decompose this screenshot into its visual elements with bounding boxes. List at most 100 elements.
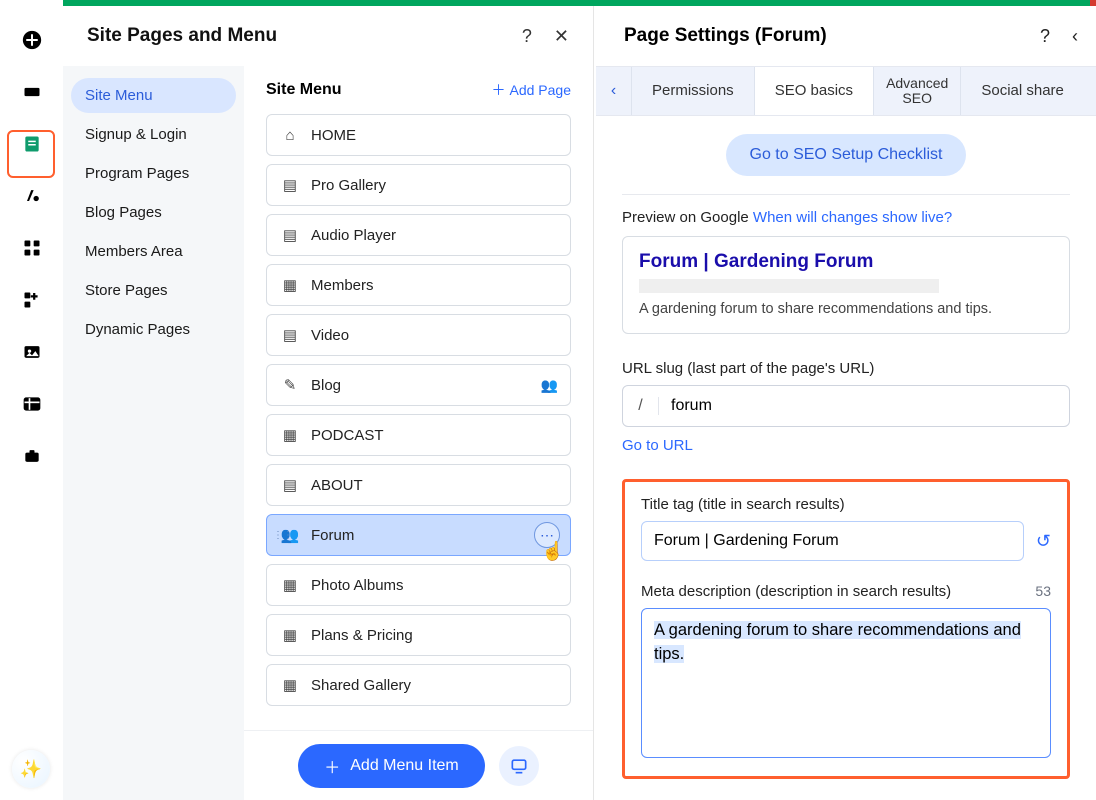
add-page-label: Add Page bbox=[510, 82, 572, 98]
site-pages-panel: Site Pages and Menu ? ✕ Site Menu Signup… bbox=[63, 6, 594, 800]
preview-label: Preview on Google When will changes show… bbox=[622, 209, 1070, 226]
chevron-left-icon: ‹ bbox=[611, 82, 616, 100]
page-item-pro-gallery[interactable]: ▤ Pro Gallery bbox=[266, 164, 571, 206]
design-icon[interactable] bbox=[20, 184, 44, 208]
panel2-title: Page Settings (Forum) bbox=[624, 25, 827, 47]
ellipsis-icon: ⋯ bbox=[540, 527, 554, 544]
section-icon[interactable] bbox=[20, 80, 44, 104]
doc-icon: ▤ bbox=[281, 476, 299, 494]
panel1-title: Site Pages and Menu bbox=[87, 25, 277, 47]
title-tag-input[interactable] bbox=[641, 521, 1024, 561]
add-menu-item-button[interactable]: ＋ Add Menu Item bbox=[298, 744, 485, 788]
reset-icon[interactable]: ↺ bbox=[1036, 531, 1051, 552]
doc-icon: ▤ bbox=[281, 176, 299, 194]
meta-char-count: 53 bbox=[1035, 583, 1051, 599]
help-icon[interactable]: ? bbox=[1040, 26, 1050, 47]
nav-program-pages[interactable]: Program Pages bbox=[71, 156, 236, 191]
panel1-header: Site Pages and Menu ? ✕ bbox=[63, 6, 593, 66]
google-preview-card: Forum | Gardening Forum A gardening foru… bbox=[622, 236, 1070, 334]
preview-label-text: Preview on Google bbox=[622, 209, 753, 226]
apps-icon[interactable] bbox=[20, 236, 44, 260]
page-item-label: Blog bbox=[311, 377, 341, 394]
divider bbox=[622, 194, 1070, 195]
nav-store-pages[interactable]: Store Pages bbox=[71, 273, 236, 308]
page-list-column: Site Menu ＋ Add Page ⌂HOME ▤ Pro Gallery … bbox=[244, 66, 593, 800]
business-icon[interactable] bbox=[20, 444, 44, 468]
doc-icon: ▤ bbox=[281, 326, 299, 344]
page-item-audio-player[interactable]: ▤ Audio Player bbox=[266, 214, 571, 256]
page-item-label: Video bbox=[311, 327, 349, 344]
nav-members-area[interactable]: Members Area bbox=[71, 234, 236, 269]
tabs-scroll-left[interactable]: ‹ bbox=[596, 67, 632, 115]
close-icon[interactable]: ✕ bbox=[554, 26, 569, 47]
page-item-home[interactable]: ⌂HOME bbox=[266, 114, 571, 156]
meta-text-selection: A gardening forum to share recommendatio… bbox=[654, 621, 1021, 663]
page-item-members[interactable]: ▦ Members bbox=[266, 264, 571, 306]
left-icon-rail bbox=[0, 0, 63, 800]
url-slug-label: URL slug (last part of the page's URL) bbox=[622, 360, 1070, 377]
tabs-row: ‹ Permissions SEO basics AdvancedSEO Soc… bbox=[596, 66, 1096, 116]
nav-blog-pages[interactable]: Blog Pages bbox=[71, 195, 236, 230]
grid-icon: ▦ bbox=[281, 626, 299, 644]
page-item-label: HOME bbox=[311, 127, 356, 144]
page-item-label: Pro Gallery bbox=[311, 177, 386, 194]
doc-icon: ▤ bbox=[281, 226, 299, 244]
go-to-url-link[interactable]: Go to URL bbox=[622, 437, 693, 454]
table-icon[interactable] bbox=[20, 392, 44, 416]
media-icon[interactable] bbox=[20, 340, 44, 364]
grid-icon: ▦ bbox=[281, 276, 299, 294]
drag-handle-icon[interactable]: ⋮⋮ bbox=[273, 530, 293, 541]
page-items: ⌂HOME ▤ Pro Gallery ▤ Audio Player ▦ Member… bbox=[266, 114, 571, 800]
secondary-menu-button[interactable] bbox=[499, 746, 539, 786]
tab-social-share[interactable]: Social share bbox=[961, 67, 1084, 115]
help-icon[interactable]: ? bbox=[522, 26, 532, 47]
page-item-photo-albums[interactable]: ▦Photo Albums bbox=[266, 564, 571, 606]
page-item-blog[interactable]: ✎ Blog 👥 bbox=[266, 364, 571, 406]
tab-permissions[interactable]: Permissions bbox=[632, 67, 755, 115]
rail-highlight bbox=[7, 130, 55, 178]
page-item-label: PODCAST bbox=[311, 427, 384, 444]
back-icon[interactable]: ‹ bbox=[1072, 26, 1078, 47]
nav-dynamic-pages[interactable]: Dynamic Pages bbox=[71, 312, 236, 347]
grid-icon: ▦ bbox=[281, 676, 299, 694]
sparkle-icon: ✨ bbox=[20, 759, 42, 780]
google-title: Forum | Gardening Forum bbox=[639, 251, 1053, 273]
ai-assistant-icon[interactable]: ✨ bbox=[12, 750, 50, 788]
google-description: A gardening forum to share recommendatio… bbox=[639, 301, 1053, 317]
page-item-plans-pricing[interactable]: ▦Plans & Pricing bbox=[266, 614, 571, 656]
page-item-label: ABOUT bbox=[311, 477, 363, 494]
tab-seo-basics[interactable]: SEO basics bbox=[755, 67, 874, 115]
add-page-button[interactable]: ＋ Add Page bbox=[492, 80, 572, 100]
plus-icon: ＋ bbox=[324, 754, 340, 778]
panel2-header: Page Settings (Forum) ? ‹ bbox=[596, 6, 1096, 66]
highlighted-seo-box: Title tag (title in search results) ↺ Me… bbox=[622, 479, 1070, 779]
page-item-label: Forum bbox=[311, 527, 354, 544]
add-icon[interactable] bbox=[20, 28, 44, 52]
more-options-button[interactable]: ⋯ bbox=[534, 522, 560, 548]
grid-icon: ▦ bbox=[281, 426, 299, 444]
pen-icon: ✎ bbox=[281, 376, 299, 394]
nav-signup-login[interactable]: Signup & Login bbox=[71, 117, 236, 152]
preview-changes-link[interactable]: When will changes show live? bbox=[753, 209, 952, 226]
page-item-label: Photo Albums bbox=[311, 577, 404, 594]
page-item-label: Members bbox=[311, 277, 374, 294]
meta-description-input[interactable]: A gardening forum to share recommendatio… bbox=[641, 608, 1051, 758]
page-item-label: Shared Gallery bbox=[311, 677, 411, 694]
url-slug-field: / bbox=[622, 385, 1070, 427]
people-icon: 👥 bbox=[541, 377, 558, 394]
page-item-podcast[interactable]: ▦ PODCAST bbox=[266, 414, 571, 456]
addons-icon[interactable] bbox=[20, 288, 44, 312]
page-item-label: Audio Player bbox=[311, 227, 396, 244]
page-list-title: Site Menu bbox=[266, 81, 342, 99]
sidebar-nav: Site Menu Signup & Login Program Pages B… bbox=[63, 66, 244, 800]
seo-checklist-button[interactable]: Go to SEO Setup Checklist bbox=[726, 134, 967, 176]
plus-icon: ＋ bbox=[492, 80, 506, 100]
google-url-skeleton bbox=[639, 279, 939, 293]
page-item-about[interactable]: ▤ ABOUT bbox=[266, 464, 571, 506]
slug-input[interactable] bbox=[659, 397, 1069, 415]
tab-advanced-seo[interactable]: AdvancedSEO bbox=[874, 67, 961, 115]
page-item-forum[interactable]: ⋮⋮ 👥 Forum ⋯ ☝ bbox=[266, 514, 571, 556]
page-item-shared-gallery[interactable]: ▦ Shared Gallery bbox=[266, 664, 571, 706]
page-item-video[interactable]: ▤ Video bbox=[266, 314, 571, 356]
nav-site-menu[interactable]: Site Menu bbox=[71, 78, 236, 113]
